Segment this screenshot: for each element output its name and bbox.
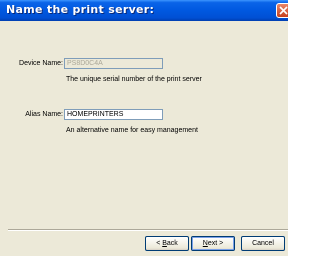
title-bar[interactable]: Name the print server: <box>0 0 288 21</box>
next-button-suffix: ext > <box>207 240 224 247</box>
wizard-window: Name the print server: Device Name: PS8D… <box>0 0 288 256</box>
back-button-suffix: ack <box>166 240 178 247</box>
device-name-description: The unique serial number of the print se… <box>66 76 202 83</box>
back-button[interactable]: < Back <box>145 236 189 251</box>
device-name-label: Device Name: <box>19 60 63 67</box>
alias-name-label: Alias Name: <box>25 111 63 118</box>
window-title: Name the print server: <box>6 3 155 16</box>
cancel-button[interactable]: Cancel <box>241 236 285 251</box>
alias-name-description: An alternative name for easy management <box>66 127 198 134</box>
alias-name-input[interactable]: HOMEPRINTERS <box>64 109 163 120</box>
close-icon <box>279 6 288 15</box>
close-button[interactable] <box>276 3 288 18</box>
footer-divider <box>8 229 288 231</box>
next-button[interactable]: Next > <box>191 236 235 251</box>
device-name-field: PS8D0C4A <box>64 58 163 69</box>
